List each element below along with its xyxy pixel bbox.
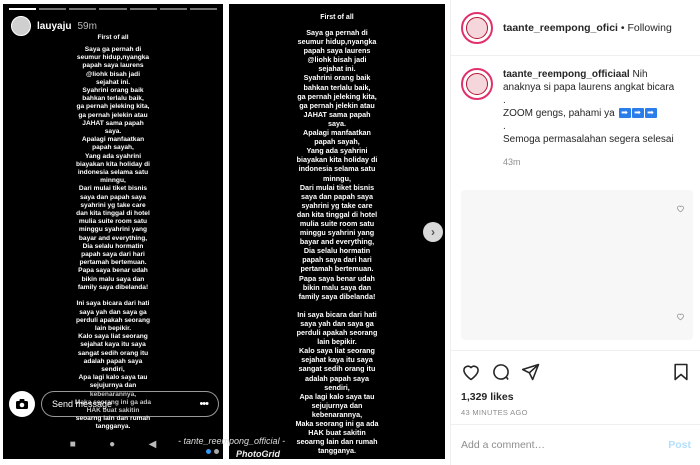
story-time: 59m <box>77 20 97 32</box>
story-avatar <box>11 16 31 36</box>
camera-icon <box>16 399 28 409</box>
instagram-post-viewer: lauyaju 59m First of all Saya ga pernah … <box>0 0 700 465</box>
caption-line-2: anaknya si papa laurens angkat bicara <box>503 82 675 93</box>
story-text: Saya ga pernah di seumur hidup,nyangka p… <box>295 28 379 456</box>
post-actions: 1,329 likes 43 MINUTES AGO <box>451 350 700 417</box>
photogrid-logo: PhotoGrid <box>236 449 280 459</box>
caption-line-4: Semoga permasalahan segera selesai <box>503 134 674 145</box>
caption-line-3: ZOOM gengs, pahami ya <box>503 108 615 119</box>
caption-dot-2: . <box>503 121 506 132</box>
carousel-dot <box>214 449 219 454</box>
post-comment-button[interactable]: Post <box>668 439 691 451</box>
carousel-indicator <box>206 449 219 454</box>
story-header: lauyaju 59m <box>11 16 97 36</box>
bookmark-icon[interactable] <box>671 362 691 382</box>
caption-line-1: Nih <box>632 69 648 80</box>
header-username[interactable]: taante_reempong_ofici <box>503 22 618 34</box>
following-button[interactable]: Following <box>627 22 671 34</box>
watermark-text: - tante_reempong_official - <box>178 436 286 446</box>
story-reply-bar: Send message ••• <box>9 390 219 418</box>
arrow-right-icon: ➡ <box>631 108 644 119</box>
post-side-panel: taante_reempong_ofici • Following taante… <box>450 0 700 465</box>
story-title: First of all <box>320 14 354 21</box>
post-media-carousel: lauyaju 59m First of all Saya ga pernah … <box>0 0 450 465</box>
arrow-right-icon: ➡ <box>644 108 657 119</box>
likes-count[interactable]: 1,329 likes <box>461 391 691 403</box>
caption-username[interactable]: taante_reempong_officiaal <box>503 69 630 80</box>
caption-dot-1: . <box>503 95 506 106</box>
story-title: First of all <box>97 34 129 41</box>
camera-button[interactable] <box>9 391 35 417</box>
back-icon: ◀ <box>148 439 157 450</box>
caption-comment: taante_reempong_officiaal Nih anaknya si… <box>461 68 693 169</box>
send-message-placeholder: Send message <box>52 399 113 409</box>
comment-bubble-icon[interactable] <box>491 362 511 382</box>
arrow-right-icon: ➡ <box>618 108 631 119</box>
recent-apps-icon: ■ <box>69 439 76 450</box>
home-icon: ● <box>109 439 116 450</box>
profile-avatar[interactable] <box>461 11 493 44</box>
next-slide-button[interactable]: › <box>423 222 443 242</box>
add-comment-input[interactable] <box>461 439 669 451</box>
story-screenshot-right: First of all Saya ga pernah di seumur hi… <box>229 4 445 459</box>
share-paper-plane-icon[interactable] <box>521 362 541 382</box>
comment-like-icon[interactable] <box>676 312 685 321</box>
story-screenshot-left: lauyaju 59m First of all Saya ga pernah … <box>3 4 223 459</box>
caption-time: 43m <box>503 157 521 167</box>
caption-body: taante_reempong_officiaal Nih anaknya si… <box>503 68 674 169</box>
post-timestamp[interactable]: 43 MINUTES AGO <box>461 408 691 417</box>
send-message-input[interactable]: Send message ••• <box>41 391 219 417</box>
action-icons-row <box>461 359 691 385</box>
add-comment-bar: Post <box>451 424 700 465</box>
story-username: lauyaju <box>37 20 72 32</box>
blurred-comments-area <box>461 190 693 340</box>
like-heart-icon[interactable] <box>461 362 481 382</box>
story-text: Saya ga pernah di seumur hidup,nyangka p… <box>74 46 152 431</box>
post-header: taante_reempong_ofici • Following <box>451 0 700 56</box>
comment-like-icon[interactable] <box>676 204 685 213</box>
more-options-icon[interactable]: ••• <box>199 398 209 410</box>
header-text: taante_reempong_ofici • Following <box>503 22 672 34</box>
carousel-dot <box>206 449 211 454</box>
caption-avatar[interactable] <box>461 68 493 100</box>
story-progress-bar <box>9 8 217 10</box>
